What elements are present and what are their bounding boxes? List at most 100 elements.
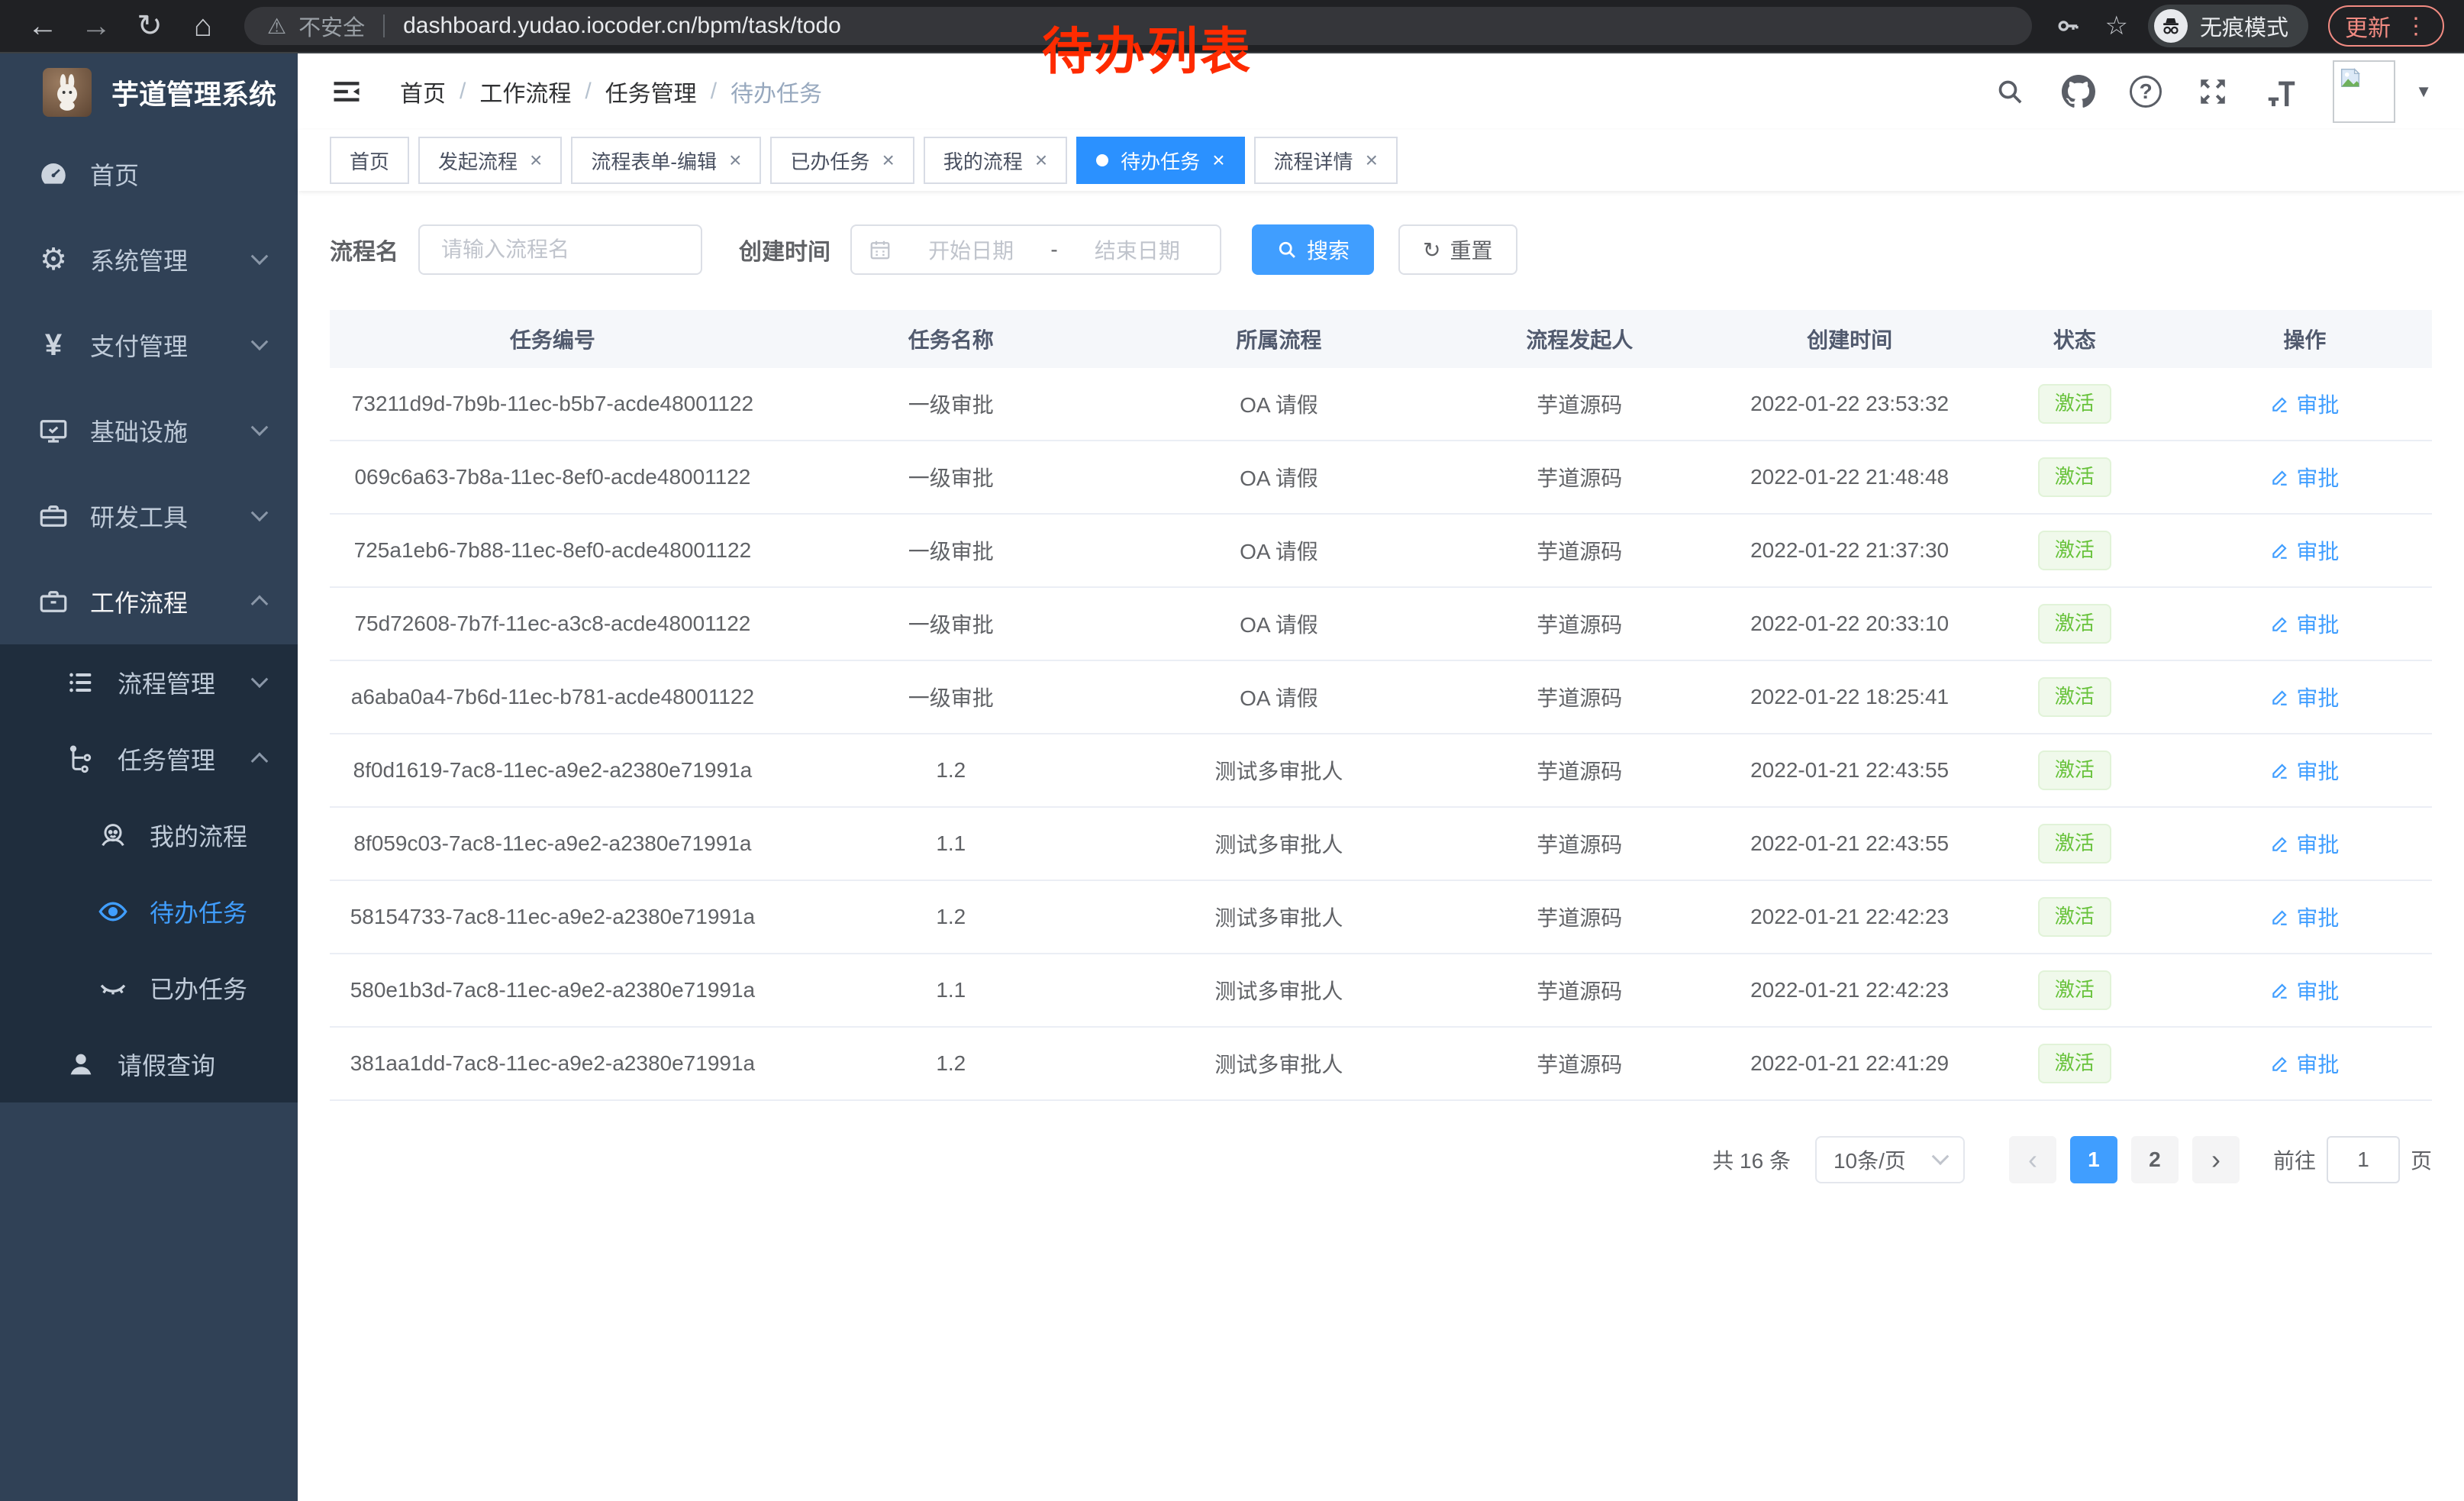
- pagination-total: 共 16 条: [1712, 1144, 1791, 1175]
- sidebar-item-payment[interactable]: ¥ 支付管理: [0, 302, 298, 388]
- tab-process-form-edit[interactable]: 流程表单-编辑 ×: [571, 137, 761, 184]
- tab-home[interactable]: 首页: [330, 137, 409, 184]
- goto-page-input[interactable]: [2327, 1136, 2400, 1183]
- close-icon[interactable]: ×: [530, 148, 542, 173]
- page-header: 首页 / 工作流程 / 任务管理 / 待办任务: [298, 53, 2464, 130]
- sidebar: 芋道管理系统 首页 ⚙ 系统管理 ¥ 支付管理: [0, 53, 298, 1501]
- sidebar-item-home[interactable]: 首页: [0, 131, 298, 217]
- task-created: 2022-01-22 18:25:41: [1727, 685, 1971, 709]
- approve-link[interactable]: 审批: [2270, 462, 2339, 492]
- approve-link[interactable]: 审批: [2270, 608, 2339, 639]
- approve-link[interactable]: 审批: [2270, 755, 2339, 786]
- tab-done-task[interactable]: 已办任务 ×: [770, 137, 914, 184]
- active-tab-dot: [1096, 154, 1108, 166]
- search-icon[interactable]: [1992, 74, 2027, 109]
- breadcrumb-current: 待办任务: [730, 75, 822, 108]
- sidebar-item-devtools[interactable]: 研发工具: [0, 473, 298, 559]
- github-icon[interactable]: [2061, 74, 2096, 109]
- sidebar-item-infra[interactable]: 基础设施: [0, 388, 298, 473]
- browser-update-button[interactable]: 更新 ⋮: [2328, 5, 2444, 47]
- sidebar-item-task-management[interactable]: 任务管理: [0, 721, 298, 797]
- next-page-button[interactable]: ›: [2192, 1136, 2240, 1183]
- search-button[interactable]: 搜索: [1252, 224, 1374, 275]
- table-row: 8f0d1619-7ac8-11ec-a9e2-a2380e71991a 1.2…: [330, 734, 2432, 808]
- task-name: 1.1: [776, 978, 1127, 1002]
- sidebar-collapse-icon[interactable]: [330, 73, 366, 110]
- help-icon[interactable]: ?: [2130, 76, 2162, 108]
- reset-button[interactable]: ↻ 重置: [1398, 224, 1517, 275]
- filter-bar: 流程名 创建时间 开始日期 - 结束日期 搜索: [330, 224, 2432, 275]
- prev-page-button[interactable]: ‹: [2009, 1136, 2056, 1183]
- search-icon: [1276, 239, 1298, 260]
- task-process: 测试多审批人: [1127, 975, 1431, 1006]
- close-icon[interactable]: ×: [882, 148, 894, 173]
- tags-view-bar: 首页 发起流程 × 流程表单-编辑 × 已办任务 × 我的流程 × 待办任务 ×: [298, 130, 2464, 191]
- sidebar-item-label: 研发工具: [90, 499, 188, 534]
- face-icon: [93, 820, 133, 851]
- tab-my-process[interactable]: 我的流程 ×: [924, 137, 1067, 184]
- task-created: 2022-01-22 21:37:30: [1727, 538, 1971, 563]
- end-date-placeholder: 结束日期: [1072, 234, 1203, 265]
- approve-link[interactable]: 审批: [2270, 682, 2339, 712]
- password-key-icon[interactable]: [2050, 8, 2085, 44]
- approve-link[interactable]: 审批: [2270, 828, 2339, 859]
- close-icon[interactable]: ×: [1212, 148, 1224, 173]
- task-process: 测试多审批人: [1127, 755, 1431, 786]
- briefcase-icon: [34, 586, 73, 618]
- col-process: 所属流程: [1127, 324, 1431, 354]
- font-size-icon[interactable]: [2264, 74, 2299, 109]
- browser-home-button[interactable]: ⌂: [180, 3, 226, 49]
- sidebar-item-workflow[interactable]: 工作流程: [0, 559, 298, 644]
- tab-label: 我的流程: [943, 147, 1023, 175]
- close-icon[interactable]: ×: [1366, 148, 1378, 173]
- approve-link-label: 审批: [2296, 1048, 2339, 1079]
- sidebar-item-label: 待办任务: [150, 894, 247, 929]
- tab-process-detail[interactable]: 流程详情 ×: [1254, 137, 1398, 184]
- page-size-select[interactable]: 10条/页: [1815, 1136, 1965, 1183]
- approve-link[interactable]: 审批: [2270, 535, 2339, 566]
- process-name-input[interactable]: [418, 224, 702, 275]
- update-label: 更新: [2345, 9, 2391, 43]
- sidebar-item-process-management[interactable]: 流程管理: [0, 644, 298, 721]
- tab-start-process[interactable]: 发起流程 ×: [418, 137, 562, 184]
- close-icon[interactable]: ×: [729, 148, 741, 173]
- page-button-1[interactable]: 1: [2070, 1136, 2117, 1183]
- sidebar-item-label: 系统管理: [90, 242, 188, 277]
- close-icon[interactable]: ×: [1035, 148, 1047, 173]
- avatar[interactable]: [2333, 60, 2395, 123]
- page-size-value: 10条/页: [1833, 1144, 1906, 1175]
- avatar-dropdown-caret-icon[interactable]: ▼: [2415, 82, 2432, 102]
- refresh-icon: ↻: [1423, 237, 1440, 263]
- browser-menu-icon[interactable]: ⋮: [2404, 13, 2427, 40]
- date-range-picker[interactable]: 开始日期 - 结束日期: [850, 224, 1221, 275]
- chevron-up-icon: [251, 596, 269, 613]
- browser-forward-button[interactable]: →: [73, 3, 119, 49]
- browser-back-button[interactable]: ←: [20, 3, 66, 49]
- breadcrumb: 首页 / 工作流程 / 任务管理 / 待办任务: [400, 75, 822, 108]
- breadcrumb-home[interactable]: 首页: [400, 75, 446, 108]
- task-process: 测试多审批人: [1127, 828, 1431, 859]
- tab-todo-task[interactable]: 待办任务 ×: [1076, 137, 1244, 184]
- bookmark-star-icon[interactable]: ☆: [2105, 11, 2128, 41]
- breadcrumb-workflow[interactable]: 工作流程: [479, 75, 571, 108]
- todo-task-table: 任务编号 任务名称 所属流程 流程发起人 创建时间 状态 操作 73211d9d…: [330, 310, 2432, 1101]
- table-row: 069c6a63-7b8a-11ec-8ef0-acde48001122 一级审…: [330, 441, 2432, 515]
- breadcrumb-task-management[interactable]: 任务管理: [605, 75, 697, 108]
- approve-link[interactable]: 审批: [2270, 389, 2339, 419]
- sidebar-item-system[interactable]: ⚙ 系统管理: [0, 217, 298, 302]
- sidebar-item-leave-query[interactable]: 请假查询: [0, 1026, 298, 1102]
- approve-link[interactable]: 审批: [2270, 1048, 2339, 1079]
- task-initiator: 芋道源码: [1431, 755, 1727, 786]
- not-secure-warning-icon: ⚠: [267, 14, 286, 39]
- sidebar-item-todo-task[interactable]: 待办任务: [0, 873, 298, 950]
- approve-link[interactable]: 审批: [2270, 975, 2339, 1006]
- browser-reload-button[interactable]: ↻: [127, 3, 173, 49]
- sidebar-item-done-task[interactable]: 已办任务: [0, 950, 298, 1026]
- approve-link[interactable]: 审批: [2270, 902, 2339, 932]
- sidebar-item-my-process[interactable]: 我的流程: [0, 797, 298, 873]
- fullscreen-icon[interactable]: [2195, 74, 2230, 109]
- approve-link-label: 审批: [2296, 535, 2339, 566]
- tab-label: 首页: [350, 147, 389, 175]
- sidebar-item-label: 已办任务: [150, 970, 247, 1006]
- page-button-2[interactable]: 2: [2131, 1136, 2179, 1183]
